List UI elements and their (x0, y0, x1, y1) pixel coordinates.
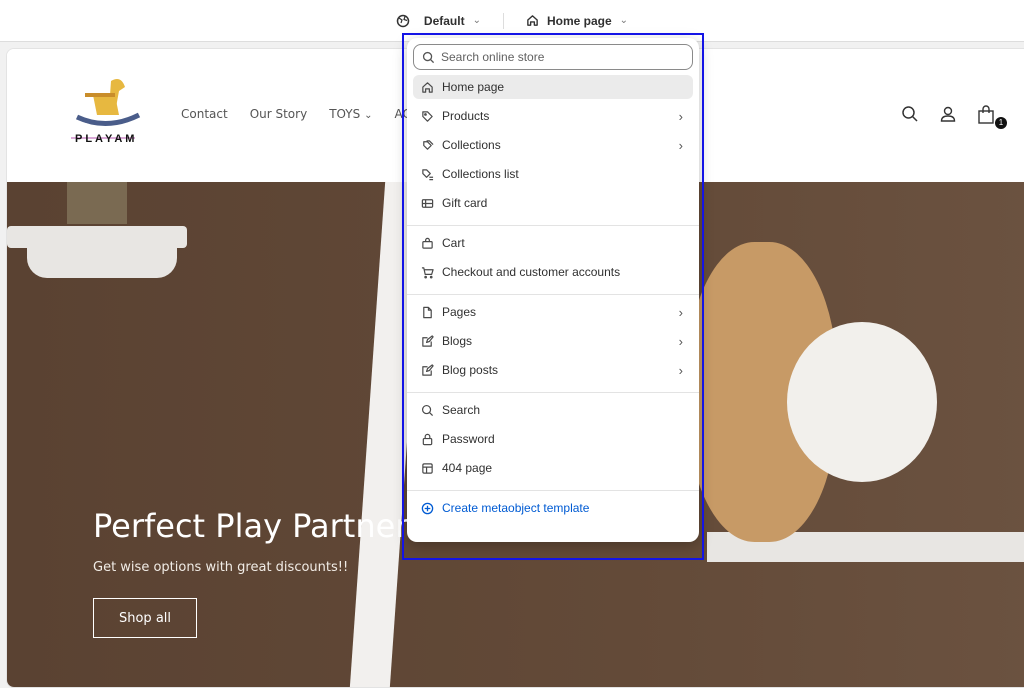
plus-circle-icon (421, 502, 434, 515)
chevron-right-icon: › (678, 333, 683, 349)
divider (407, 490, 699, 491)
menu-item-checkout-and-customer-accounts[interactable]: Checkout and customer accounts (413, 260, 693, 284)
menu-item-label: Gift card (442, 196, 488, 210)
menu-item-label: Checkout and customer accounts (442, 265, 621, 279)
menu-item-password[interactable]: Password (413, 427, 693, 451)
menu-item-label: 404 page (442, 461, 493, 475)
search-placeholder: Search online store (441, 50, 545, 64)
wood-image (67, 182, 127, 224)
menu-item-gift-card[interactable]: Gift card (413, 191, 693, 215)
theme-selector[interactable]: Default ⌄ (384, 14, 493, 28)
cart-count-badge: 1 (995, 117, 1007, 129)
nav-contact[interactable]: Contact (181, 107, 228, 121)
cart-icon[interactable]: 1 (977, 105, 1007, 129)
tag-icon (421, 110, 434, 123)
chevron-down-icon: ⌄ (472, 15, 481, 26)
create-metaobject-template-button[interactable]: Create metaobject template (413, 496, 693, 520)
header-icons: 1 (901, 105, 1007, 129)
store-nav: Contact Our Story TOYS ⌄ ACTIV (181, 107, 430, 121)
collections-list-icon (421, 168, 434, 181)
gift-card-icon (421, 197, 434, 210)
cart-icon (421, 266, 434, 279)
chevron-right-icon: › (678, 362, 683, 378)
create-label: Create metaobject template (442, 501, 590, 515)
chevron-down-icon: ⌄ (364, 110, 373, 121)
menu-item-label: Password (442, 432, 495, 446)
menu-item-blog-posts[interactable]: Blog posts › (413, 358, 693, 382)
menu-item-label: Collections list (442, 167, 519, 181)
chevron-right-icon: › (678, 137, 683, 153)
bag-icon (421, 237, 434, 250)
nav-toys[interactable]: TOYS ⌄ (329, 107, 372, 121)
nav-toys-label: TOYS (329, 107, 361, 121)
search-icon (421, 404, 434, 417)
shop-all-button[interactable]: Shop all (93, 598, 197, 638)
menu-item-cart[interactable]: Cart (413, 231, 693, 255)
home-icon (526, 14, 539, 27)
menu-item-label: Blog posts (442, 363, 499, 377)
hero-title: Perfect Play Partner fo (93, 507, 450, 545)
menu-item-label: Products (442, 109, 490, 123)
lock-icon (421, 433, 434, 446)
page-label: Home page (546, 13, 612, 28)
globe-icon (396, 14, 410, 28)
divider (502, 12, 504, 29)
home-icon (421, 81, 434, 94)
menu-item-collections[interactable]: Collections › (413, 133, 693, 157)
page-icon (421, 306, 434, 319)
menu-item-label: Home page (442, 80, 505, 94)
chevron-right-icon: › (678, 304, 683, 320)
menu-item-search[interactable]: Search (413, 398, 693, 422)
search-icon (422, 51, 435, 64)
theme-label: Default (423, 13, 465, 28)
box-icon (421, 462, 434, 475)
divider (407, 294, 699, 295)
menu-item-products[interactable]: Products › (413, 104, 693, 128)
hero-subtitle: Get wise options with great discounts!! (93, 560, 349, 575)
shelf-image (27, 248, 177, 278)
search-input[interactable]: Search online store (413, 44, 693, 70)
menu-item-404-page[interactable]: 404 page (413, 456, 693, 480)
page-template-dropdown: Search online store Home page Products › Co… (407, 38, 699, 542)
menu-item-label: Pages (442, 305, 477, 319)
menu-item-pages[interactable]: Pages › (413, 300, 693, 324)
menu-item-blogs[interactable]: Blogs › (413, 329, 693, 353)
chevron-down-icon: ⌄ (619, 15, 629, 26)
nav-our-story[interactable]: Our Story (250, 107, 308, 121)
collection-icon (421, 139, 434, 152)
chevron-right-icon: › (678, 108, 683, 124)
menu-item-collections-list[interactable]: Collections list (413, 162, 693, 186)
menu-item-label: Blogs (442, 334, 473, 348)
menu-item-label: Collections (442, 138, 501, 152)
editor-topbar: Default ⌄ Home page ⌄ (0, 0, 1024, 42)
blog-post-icon (421, 363, 434, 377)
menu-item-home-page[interactable]: Home page (413, 75, 693, 99)
duck-toy-image (787, 322, 937, 482)
shelf-image (7, 226, 187, 248)
menu-item-label: Cart (442, 236, 465, 250)
divider (407, 225, 699, 226)
page-selector[interactable]: Home page ⌄ (514, 14, 640, 28)
menu-item-label: Search (442, 403, 481, 417)
blog-icon (421, 334, 434, 348)
logo-text: PLAYAM (75, 133, 138, 145)
search-icon[interactable] (901, 105, 919, 125)
divider (407, 392, 699, 393)
account-icon[interactable] (939, 105, 957, 125)
